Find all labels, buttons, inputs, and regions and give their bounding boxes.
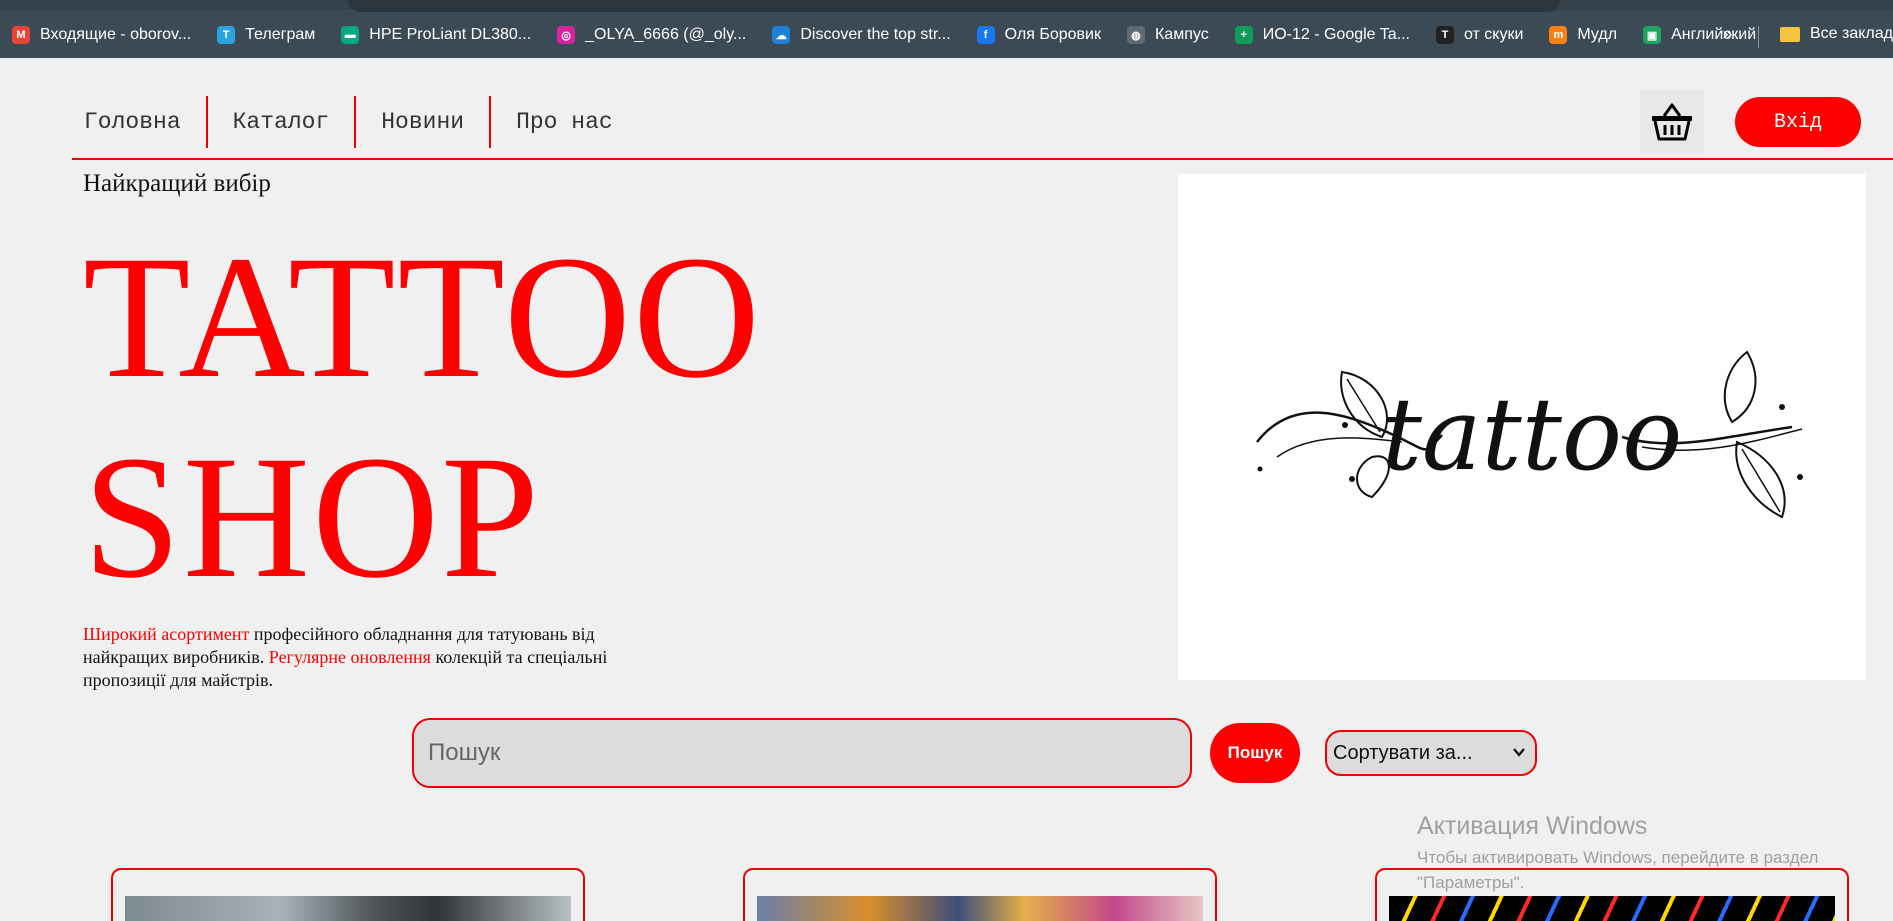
chevron-down-icon (1513, 748, 1525, 757)
search-button[interactable]: Пошук (1210, 723, 1300, 783)
hero-title-line-2: SHOP (83, 420, 541, 615)
nav-item-home[interactable]: Головна (72, 96, 208, 148)
hero-description: Широкий асортимент професійного обладнан… (83, 623, 683, 692)
sort-selected-value: Сортувати за... (1333, 741, 1473, 764)
bookmark-item[interactable]: f Оля Боровик (976, 26, 1101, 44)
sort-select[interactable]: Сортувати за... (1325, 730, 1537, 776)
bookmark-label: Английский (1671, 26, 1757, 43)
telegram-icon: T (217, 26, 236, 44)
moodle-icon: m (1549, 26, 1568, 44)
tmobile-icon: T (1435, 26, 1454, 44)
hpe-icon: ▬ (341, 26, 360, 44)
bookmark-item[interactable]: ☁ Discover the top str... (772, 26, 951, 44)
bookmark-item[interactable]: M Входящие - oborov... (12, 26, 191, 44)
hero-tagline: Найкращий вибір (83, 170, 271, 197)
nav-item-about[interactable]: Про нас (491, 96, 638, 148)
login-button[interactable]: Вхід (1735, 97, 1861, 147)
bookmark-label: _OLYA_6666 (@_oly... (585, 26, 747, 43)
bookmark-label: Оля Боровик (1004, 26, 1101, 43)
bookmark-item[interactable]: m Мудл (1549, 26, 1617, 44)
bookmark-list: M Входящие - oborov... T Телеграм ▬ HPE ProLi… (0, 22, 1770, 48)
all-bookmarks-folder[interactable]: Все закладки (1780, 25, 1893, 43)
bookmark-item[interactable]: ◎ _OLYA_6666 (@_oly... (557, 26, 746, 44)
bookmark-label: от скуки (1463, 26, 1524, 43)
bookmark-item[interactable]: ▣ Английский (1643, 26, 1756, 44)
browser-bookmarks-bar: M Входящие - oborov... T Телеграм ▬ HPE ProLi… (0, 0, 1893, 58)
bookmark-label: HPE ProLiant DL380... (369, 26, 532, 43)
bookmark-label: Discover the top str... (800, 26, 951, 43)
bookmark-label: Кампус (1154, 26, 1209, 43)
gmail-icon: M (12, 26, 30, 44)
browser-address-bar[interactable] (348, 0, 1560, 12)
product-card[interactable] (111, 868, 585, 921)
all-bookmarks-label: Все закладки (1810, 25, 1893, 42)
globe-icon: ◍ (1126, 26, 1145, 44)
desc-highlight-1: Широкий асортимент (83, 624, 250, 644)
windows-activation-text: Чтобы активировать Windows, перейдите в … (1417, 848, 1819, 892)
bookmark-label: Входящие - oborov... (40, 26, 192, 43)
main-nav: Головна Каталог Новини Про нас (72, 96, 638, 148)
search-input[interactable] (412, 718, 1192, 788)
folder-icon (1780, 26, 1800, 42)
windows-activation-title: Активация Windows (1417, 812, 1648, 840)
soundcloud-icon: ☁ (772, 26, 791, 44)
product-image (125, 896, 571, 921)
more-bookmarks-icon[interactable]: » (1722, 24, 1733, 45)
basket-icon (1652, 103, 1692, 141)
hero-title: TATTOO SHOP (83, 218, 762, 618)
desc-highlight-2: Регулярне оновлення (268, 647, 431, 667)
bookmark-item[interactable]: + ИО-12 - Google Ta... (1234, 26, 1410, 44)
tattoo-lettering-illustration: tattoo (1256, 350, 1803, 519)
bookmark-label: ИО-12 - Google Ta... (1262, 26, 1410, 43)
bookmark-item[interactable]: ◍ Кампус (1126, 26, 1209, 44)
hero-title-line-1: TATTOO (83, 220, 763, 415)
bookmark-item[interactable]: Tот скуки (1435, 26, 1524, 44)
basket-button[interactable] (1640, 90, 1704, 154)
hero-tattoo-image: tattoo (1178, 174, 1866, 680)
product-image (757, 896, 1203, 921)
bookmark-label: Телеграм (245, 26, 316, 43)
bookmark-item[interactable]: ▬ HPE ProLiant DL380... (341, 26, 531, 44)
tattoo-lettering-text: tattoo (1382, 376, 1683, 493)
bookmarks-divider (1758, 26, 1759, 48)
google-sheets-icon: + (1234, 26, 1253, 44)
nav-item-news[interactable]: Новини (356, 96, 492, 148)
product-card[interactable] (743, 868, 1217, 921)
product-image (1389, 896, 1835, 921)
bookmark-label: Мудл (1577, 26, 1618, 43)
nav-divider (72, 158, 1893, 160)
classroom-icon: ▣ (1643, 26, 1662, 44)
nav-item-catalog[interactable]: Каталог (208, 96, 357, 148)
bookmark-item[interactable]: T Телеграм (217, 26, 315, 44)
instagram-icon: ◎ (557, 26, 576, 44)
facebook-icon: f (976, 26, 995, 44)
